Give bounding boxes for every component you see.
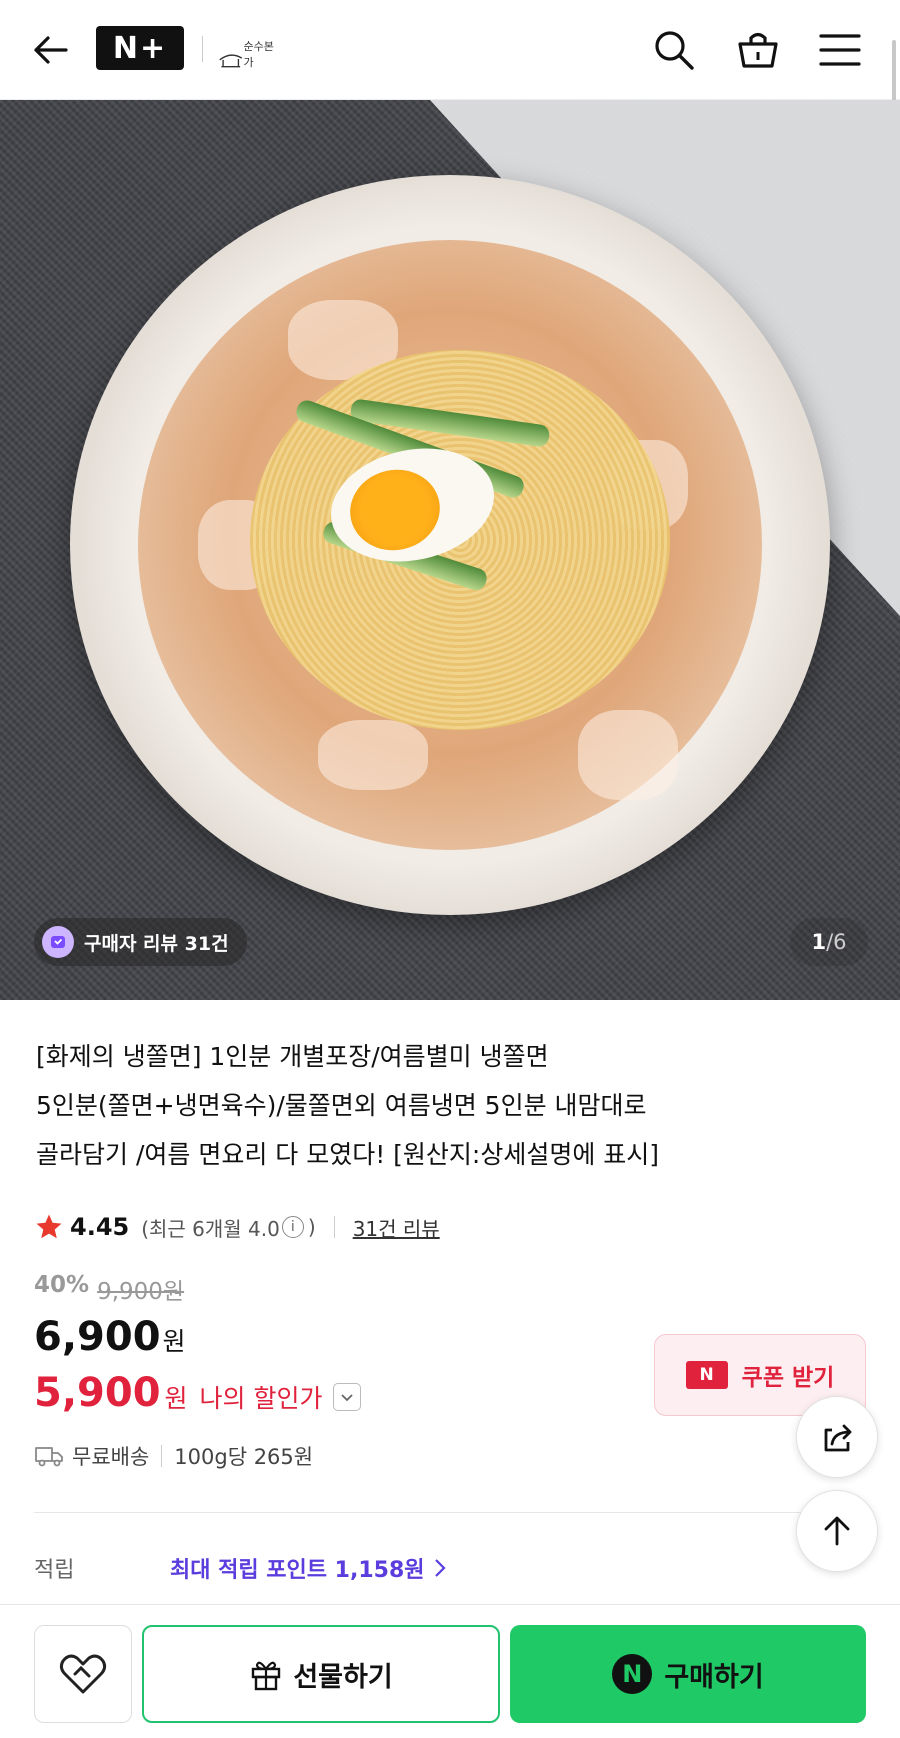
unit-price: 100g당 265원 [174,1445,314,1469]
delivery-divider [161,1445,163,1467]
share-icon [824,1424,852,1452]
rating-score: 4.45 [70,1213,130,1241]
gift-label: 선물하기 [293,1661,393,1693]
rating-row: 4.45 (최근 6개월 4.0 i ) 31건 리뷰 [34,1208,440,1246]
delivery-row: 무료배송 100g당 265원 [34,1438,313,1474]
image-counter: 1 / 6 [790,918,868,966]
points-value-text: 최대 적립 포인트 1,158원 [170,1558,425,1583]
menu-icon[interactable] [816,26,864,74]
sale-price-value: 6,900 [34,1314,161,1360]
my-price-value: 5,900 [34,1370,161,1416]
chevron-right-icon [434,1559,446,1577]
points-label: 적립 [34,1558,75,1583]
my-price-label: 나의 할인가 [199,1384,323,1413]
rating-divider [333,1216,335,1238]
points-row[interactable]: 적립 최대 적립 포인트 1,158원 [34,1550,447,1586]
naver-pay-icon: N [612,1654,653,1694]
review-badge-icon [42,926,74,958]
counter-separator: / [826,930,834,954]
top-header: N+ 순수본가 [0,0,900,210]
gift-button[interactable]: 선물하기 [142,1625,500,1723]
arrow-up-icon [824,1516,850,1546]
ice-chunk [318,720,428,790]
share-button[interactable] [796,1396,878,1478]
info-icon[interactable]: i [281,1216,304,1238]
scroll-top-button[interactable] [796,1490,878,1572]
ice-chunk [578,710,678,800]
review-count-link[interactable]: 31건 리뷰 [353,1213,440,1242]
product-title: [화제의 냉쫄면] 1인분 개별포장/여름별미 냉쫄면 5인분(쫄면+냉면육수)… [36,1032,836,1179]
truck-icon [35,1447,63,1467]
section-divider [34,1512,866,1513]
product-title-line: 골라담기 /여름 면요리 다 모였다! [원산지:상세설명에 표시] [36,1140,660,1169]
gift-icon [252,1661,281,1691]
product-title-line: [화제의 냉쫄면] 1인분 개별포장/여름별미 냉쫄면 [36,1042,549,1071]
naver-coupon-icon: N [685,1361,728,1389]
my-price-unit: 원 [164,1384,188,1413]
rating-recent: (최근 6개월 4.0 [141,1216,280,1241]
my-discount-price[interactable]: 5,900 원 나의 할인가 [34,1370,361,1416]
product-image-carousel[interactable] [0,100,900,1000]
store-logo[interactable]: 순수본가 [218,26,278,70]
heart-icon [59,1654,107,1694]
header-divider [202,36,203,62]
star-icon [36,1214,62,1239]
rating-recent-close: ) [307,1215,316,1239]
counter-current: 1 [811,930,827,954]
product-title-line: 5인분(쫄면+냉면육수)/물쫄면외 여름냉면 5인분 내맘대로 [36,1091,647,1120]
nplus-logo[interactable]: N+ [96,26,184,70]
sale-price: 6,900원 [34,1314,186,1360]
buy-label: 구매하기 [664,1661,764,1693]
delivery-text: 무료배송 [72,1445,150,1469]
chevron-down-icon[interactable] [332,1383,361,1411]
review-badge-text: 구매자 리뷰 31건 [84,932,229,955]
counter-total: 6 [833,930,847,954]
discount-rate: 40% [34,1272,90,1298]
buyer-review-badge[interactable]: 구매자 리뷰 31건 [34,918,247,966]
buy-button[interactable]: N 구매하기 [510,1625,866,1723]
points-value[interactable]: 최대 적립 포인트 1,158원 [170,1552,447,1584]
original-price: 9,900원 [97,1279,185,1305]
back-arrow-icon[interactable] [28,28,72,72]
sale-price-unit: 원 [162,1327,186,1356]
bottom-action-bar: 선물하기 N 구매하기 [0,1604,900,1738]
discount-row: 40% 9,900원 [34,1272,184,1306]
store-logo-text: 순수본가 [243,40,274,69]
store-roof-icon [219,54,243,68]
coupon-label: 쿠폰 받기 [741,1365,835,1391]
cart-icon[interactable] [734,26,782,74]
wishlist-button[interactable] [34,1625,132,1723]
search-icon[interactable] [650,26,698,74]
